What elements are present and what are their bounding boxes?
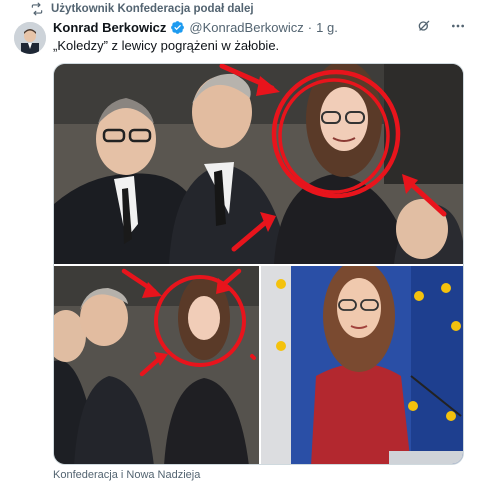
avatar[interactable] xyxy=(14,22,46,54)
photo-bottom-left[interactable] xyxy=(54,266,259,464)
media-grid[interactable] xyxy=(53,63,464,465)
tweet-text: „Koledzy” z lewicy pogrążeni w żałobie. xyxy=(53,38,280,53)
author-handle[interactable]: @KonradBerkowicz xyxy=(189,20,303,35)
more-icon[interactable] xyxy=(450,18,466,34)
media-caption[interactable]: Konfederacja i Nowa Nadzieja xyxy=(53,469,200,481)
repost-label: Użytkownik Konfederacja podał dalej xyxy=(51,3,254,15)
repost-icon xyxy=(30,2,44,16)
photo-top[interactable] xyxy=(54,64,463,264)
timestamp[interactable]: 1 g. xyxy=(316,20,338,35)
repost-indicator[interactable]: Użytkownik Konfederacja podał dalej xyxy=(30,1,254,17)
tweet-header: Konrad Berkowicz @KonradBerkowicz · 1 g. xyxy=(53,18,338,36)
separator-dot: · xyxy=(307,19,313,35)
photo-bottom-right[interactable] xyxy=(261,266,463,464)
header-actions xyxy=(416,18,466,34)
grok-icon[interactable] xyxy=(416,18,432,34)
verified-badge-icon xyxy=(170,20,185,35)
author-name[interactable]: Konrad Berkowicz xyxy=(53,20,166,35)
